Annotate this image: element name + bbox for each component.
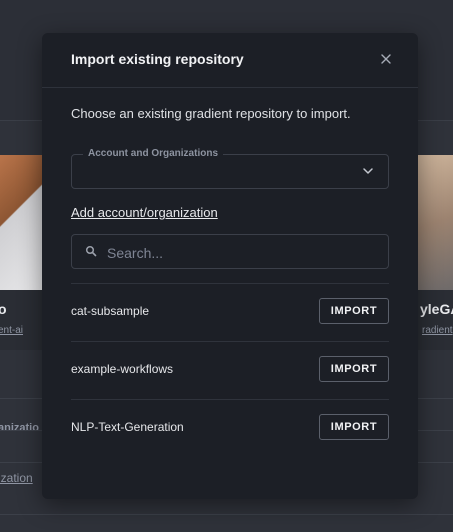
- repo-card-owner-link[interactable]: radient: [422, 325, 453, 336]
- account-select-label: Account and Organizations: [83, 148, 224, 159]
- background-label: anizatio: [0, 422, 39, 434]
- search-input[interactable]: [105, 235, 379, 270]
- add-account-link[interactable]: Add account/organization: [71, 205, 218, 220]
- background-repo-card[interactable]: o ent-ai: [0, 155, 42, 350]
- repo-card-title: yleGA: [420, 301, 453, 317]
- repository-row: NLP-Text-Generation IMPORT: [71, 399, 389, 457]
- repository-row: example-workflows IMPORT: [71, 341, 389, 399]
- repository-row: cat-subsample IMPORT: [71, 283, 389, 341]
- repo-card-title: o: [0, 301, 7, 317]
- close-icon: [381, 54, 391, 64]
- import-button[interactable]: IMPORT: [319, 298, 389, 324]
- background-link[interactable]: ization: [0, 471, 33, 485]
- repo-card-owner-link[interactable]: ent-ai: [0, 325, 23, 336]
- modal-header: Import existing repository: [42, 33, 418, 88]
- repository-name: cat-subsample: [71, 304, 150, 318]
- modal-title: Import existing repository: [71, 51, 244, 67]
- repository-list: cat-subsample IMPORT example-workflows I…: [71, 283, 389, 457]
- repository-name: example-workflows: [71, 362, 174, 376]
- repo-card-image: [418, 155, 453, 290]
- repository-name: NLP-Text-Generation: [71, 420, 184, 434]
- background-repo-card[interactable]: yleGA radient: [418, 155, 453, 350]
- modal-description: Choose an existing gradient repository t…: [71, 106, 351, 121]
- search-icon: [85, 245, 97, 257]
- import-repository-modal: Import existing repository Choose an exi…: [42, 33, 418, 499]
- account-select[interactable]: Account and Organizations: [71, 148, 389, 189]
- search-box[interactable]: [71, 234, 389, 270]
- repo-card-image: [0, 155, 42, 290]
- import-button[interactable]: IMPORT: [319, 414, 389, 440]
- import-button[interactable]: IMPORT: [319, 356, 389, 382]
- close-button[interactable]: [376, 49, 396, 69]
- chevron-down-icon: [363, 168, 373, 174]
- background-divider: [0, 514, 453, 515]
